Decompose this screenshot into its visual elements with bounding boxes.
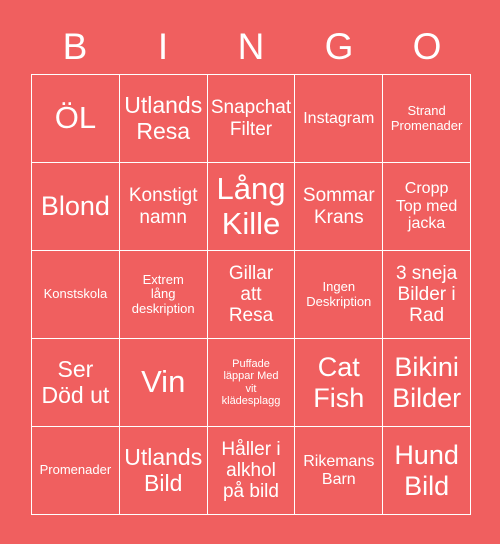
bingo-grid: ÖL Utlands Resa Snapchat Filter Instagra… [31,74,471,515]
bingo-cell-label: Utlands Resa [124,91,203,144]
bingo-cell-r2c4[interactable]: Sommar Krans [295,163,384,251]
bingo-cell-r3c5[interactable]: 3 sneja Bilder i Rad [383,251,471,339]
bingo-cell-label: Bikini Bilder [392,352,462,413]
bingo-cell-label: Cropp Top med jacka [395,179,458,233]
bingo-cell-label: Cat Fish [313,352,365,413]
bingo-header: B I N G O [31,18,471,74]
bingo-cell-r3c3[interactable]: Gillar att Resa [207,251,296,339]
bingo-cell-label: Snapchat Filter [210,97,292,140]
bingo-cell-r1c1[interactable]: ÖL [32,75,120,163]
bingo-cell-r1c2[interactable]: Utlands Resa [119,75,208,163]
bingo-cell-r1c3[interactable]: Snapchat Filter [207,75,296,163]
bingo-cell-label: Håller i alkhol på bild [221,438,281,503]
bingo-cell-r3c2[interactable]: Extrem lång deskription [119,251,208,339]
bingo-cell-r5c1[interactable]: Promenader [32,427,120,515]
bingo-cell-label: Lång Kille [216,170,286,241]
bingo-cell-label: Vin [141,364,186,400]
bingo-cell-r5c5[interactable]: Hund Bild [383,427,471,515]
header-letter-n: N [237,25,265,67]
header-letter-b: B [62,25,88,67]
bingo-cell-label: Utlands Bild [124,443,203,496]
bingo-cell-r1c5[interactable]: Strand Promenader [383,75,471,163]
bingo-cell-r3c4[interactable]: Ingen Deskription [295,251,384,339]
bingo-cell-label: 3 sneja Bilder i Rad [395,262,458,327]
bingo-cell-r1c4[interactable]: Instagram [295,75,384,163]
bingo-cell-label: ÖL [54,100,97,136]
bingo-cell-r2c3[interactable]: Lång Kille [207,163,296,251]
bingo-cell-label: Instagram [303,109,375,127]
bingo-cell-label: Konstigt namn [128,185,198,228]
bingo-cell-r4c1[interactable]: Ser Död ut [32,339,120,427]
bingo-cell-r4c3[interactable]: Puffade läppar Med vit klädesplagg [207,339,296,427]
bingo-cell-label: Hund Bild [394,440,459,501]
bingo-cell-label: Extrem lång deskription [131,271,195,316]
bingo-cell-label: Gillar att Resa [228,262,274,327]
bingo-cell-label: Rikemans Barn [303,452,375,488]
bingo-cell-label: Promenader [39,462,112,478]
bingo-cell-label: Strand Promenader [390,102,463,133]
bingo-cell-r4c4[interactable]: Cat Fish [295,339,384,427]
bingo-cell-label: Puffade läppar Med vit klädesplagg [221,357,281,407]
header-letter-o: O [412,25,442,67]
bingo-cell-label: Ser Död ut [41,355,110,408]
bingo-cell-r3c1[interactable]: Konstskola [32,251,120,339]
bingo-cell-label: Blond [40,191,110,222]
bingo-cell-label: Ingen Deskription [306,278,372,309]
bingo-cell-r5c3[interactable]: Håller i alkhol på bild [207,427,296,515]
bingo-cell-r5c4[interactable]: Rikemans Barn [295,427,384,515]
bingo-cell-r2c1[interactable]: Blond [32,163,120,251]
bingo-cell-r5c2[interactable]: Utlands Bild [119,427,208,515]
bingo-cell-label: Konstskola [43,286,108,302]
bingo-cell-r2c2[interactable]: Konstigt namn [119,163,208,251]
header-letter-g: G [324,25,354,67]
bingo-card: B I N G O ÖL Utlands Resa Snapchat Filte… [0,0,500,544]
bingo-cell-r4c2[interactable]: Vin [119,339,208,427]
bingo-cell-label: Sommar Krans [302,185,375,228]
bingo-cell-r2c5[interactable]: Cropp Top med jacka [383,163,471,251]
bingo-cell-r4c5[interactable]: Bikini Bilder [383,339,471,427]
header-letter-i: I [157,25,169,67]
